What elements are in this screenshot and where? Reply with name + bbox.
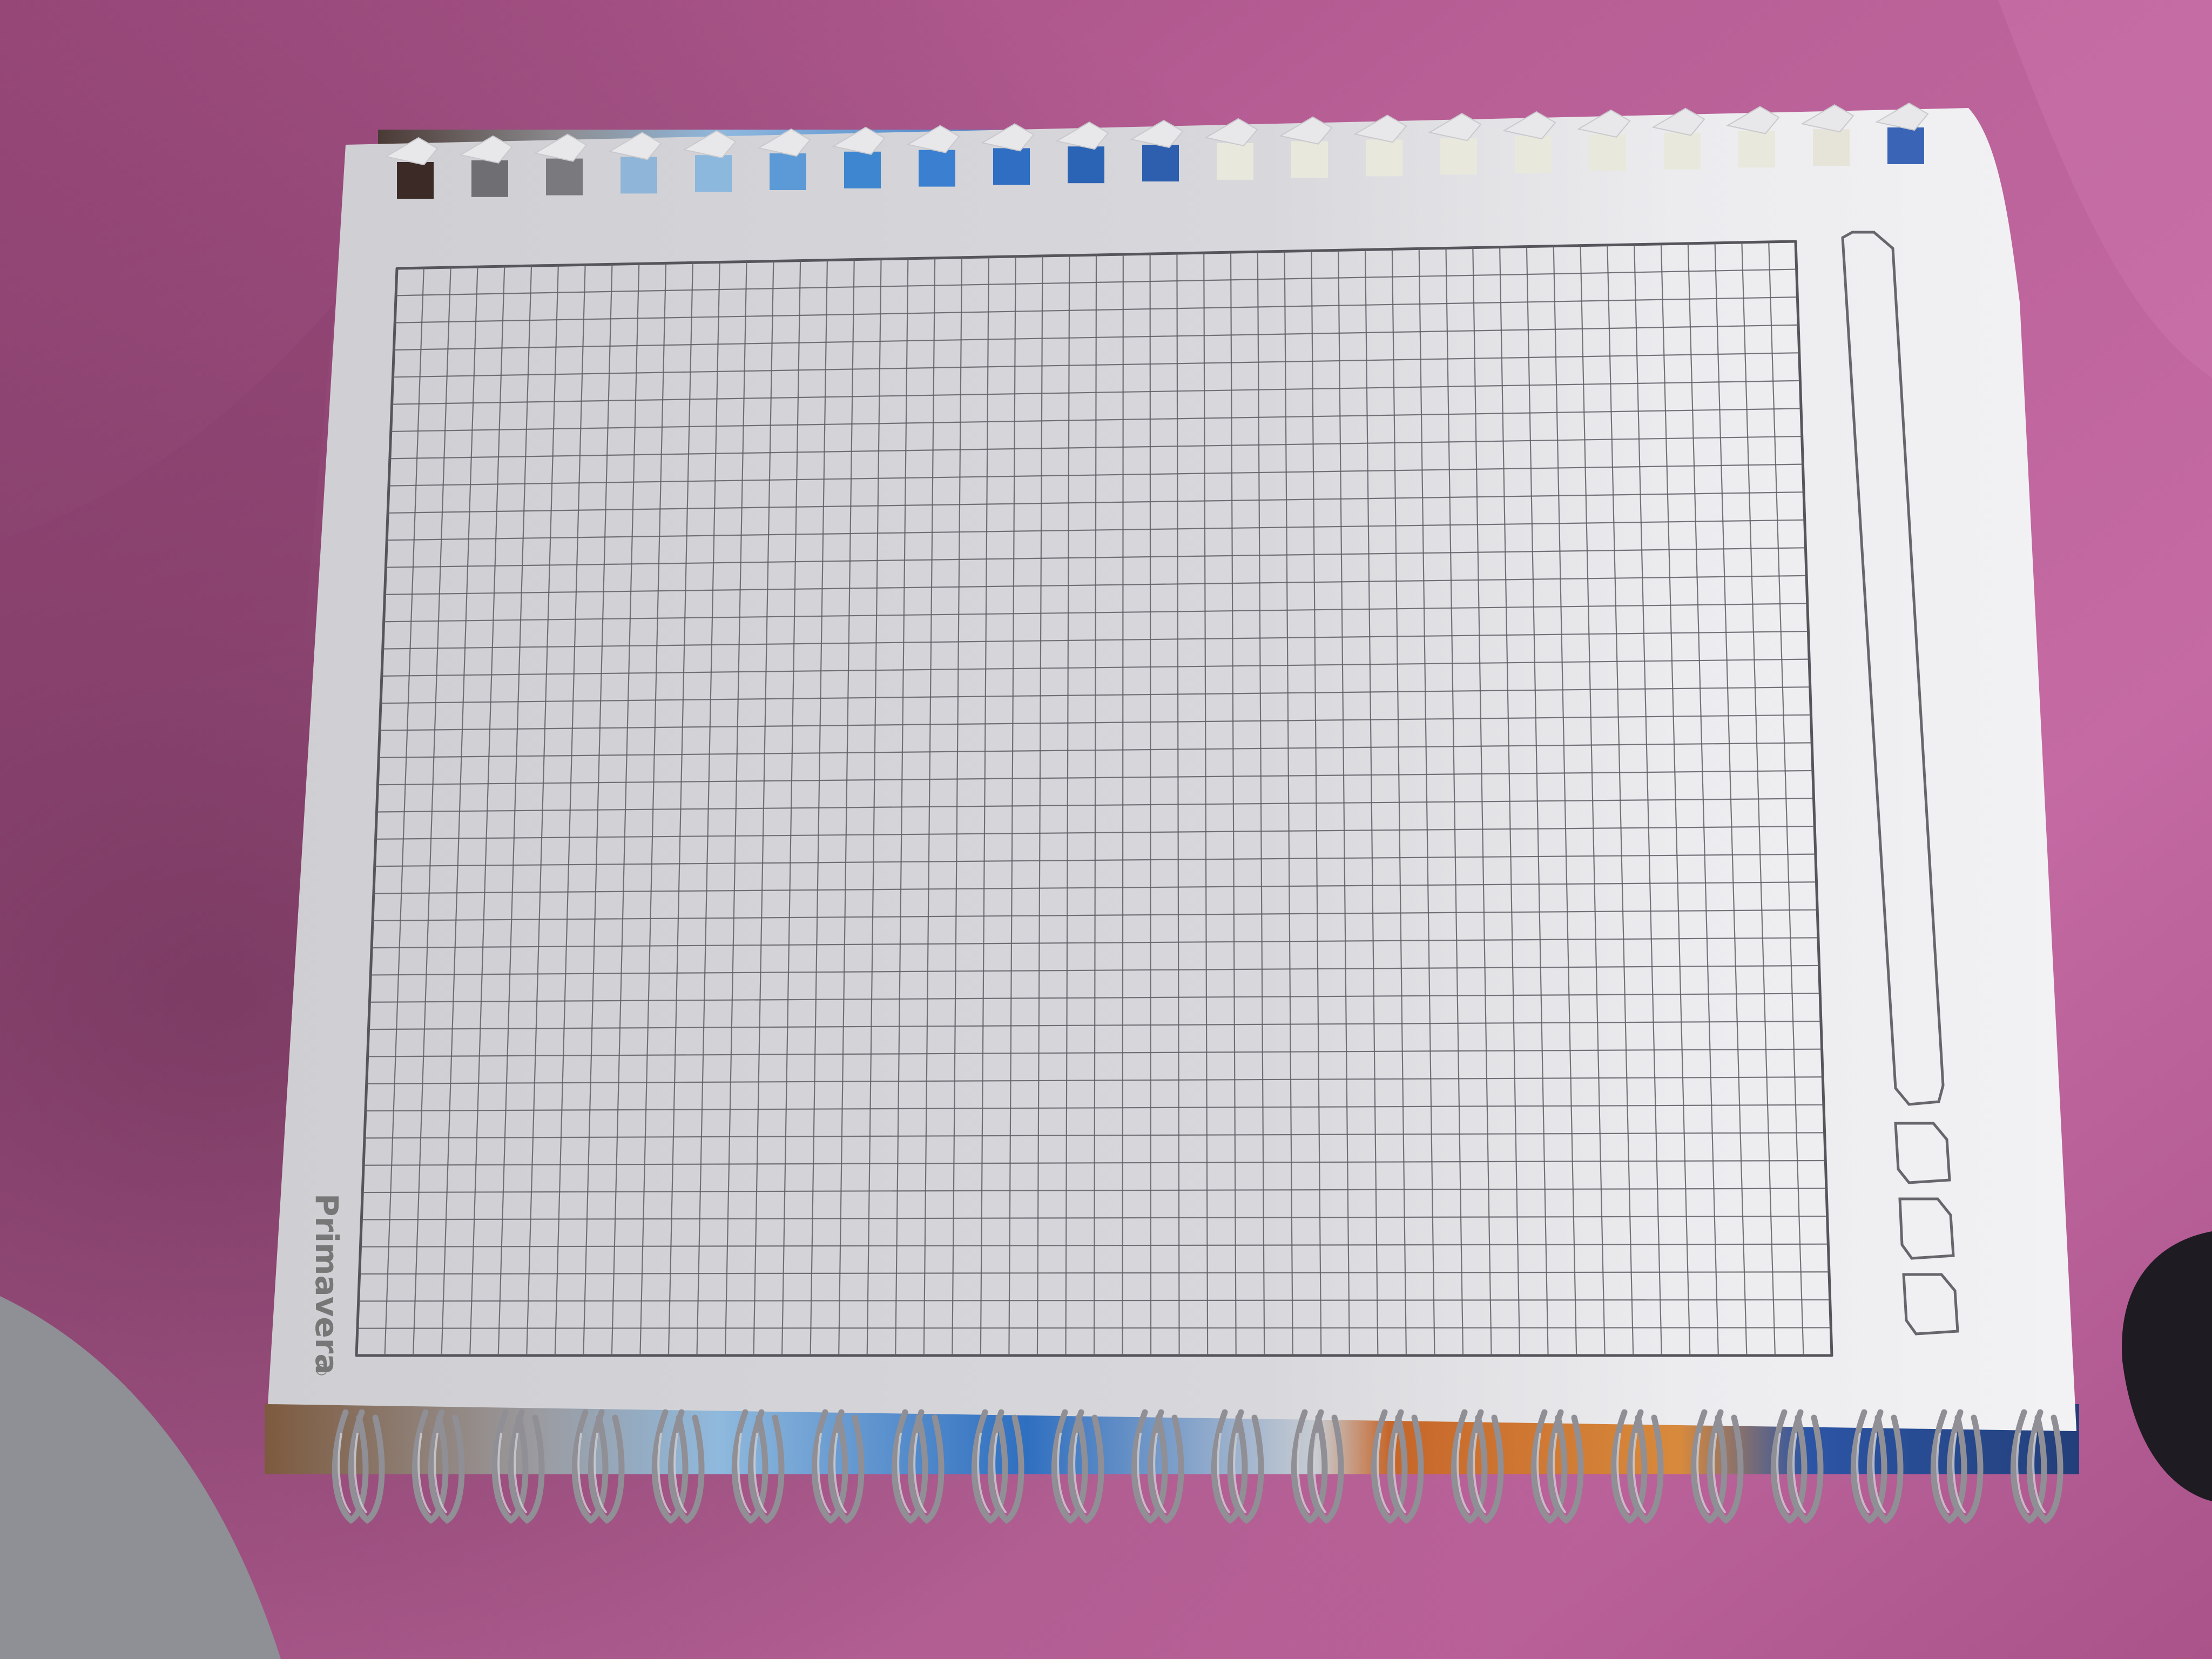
perforation-hole [397, 162, 434, 199]
grid-paper-page [268, 108, 2076, 1431]
perforation-hole [695, 155, 732, 192]
registered-mark: ® [312, 1364, 330, 1375]
perforation-hole [471, 160, 508, 197]
perforation-hole [621, 157, 657, 194]
perforation-hole [1142, 145, 1179, 181]
brand-logo-text: Primavera [308, 1193, 345, 1374]
perforation-hole [546, 158, 583, 195]
perforation-hole [1366, 139, 1402, 177]
perforation-hole [993, 148, 1030, 185]
perforation-hole [1738, 131, 1775, 168]
perforation-hole [1217, 143, 1253, 180]
perforation-hole [1813, 129, 1850, 166]
perforation-hole [770, 153, 806, 190]
perforation-hole [919, 150, 955, 187]
perforation-hole [1291, 141, 1328, 178]
perforation-hole [844, 151, 881, 188]
grid-line-horizontal [357, 1327, 1831, 1329]
perforation-hole [1887, 127, 1924, 164]
perforation-hole [1664, 132, 1701, 170]
perforation-hole [1515, 136, 1552, 173]
perforation-hole [1440, 138, 1477, 175]
notebook-photo: Primavera ® [0, 0, 2212, 1659]
perforation-hole [1589, 134, 1626, 171]
perforation-hole [1068, 146, 1104, 184]
